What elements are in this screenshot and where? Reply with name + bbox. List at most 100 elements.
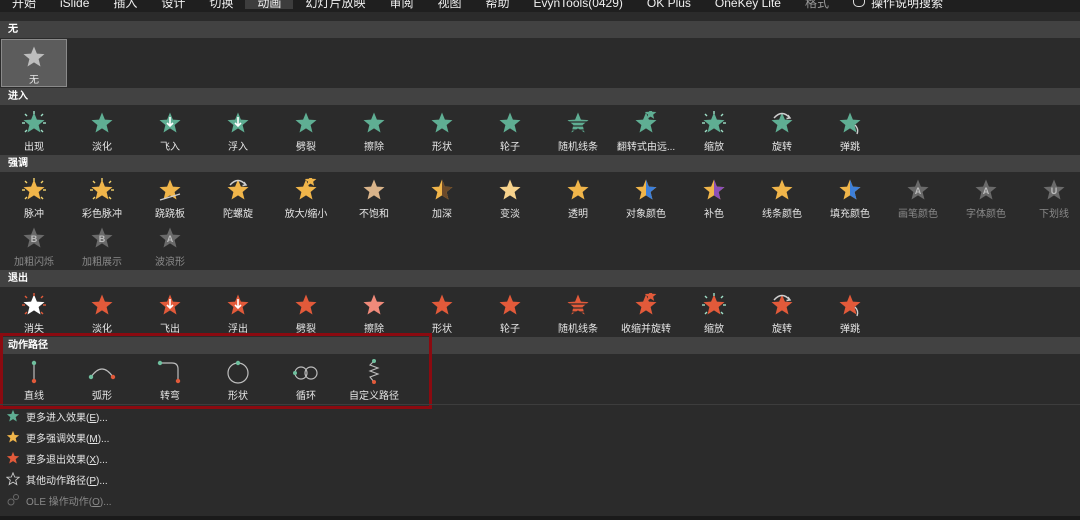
effect-label: 擦除 <box>364 142 384 153</box>
ribbon-tab[interactable]: 设计 <box>149 0 197 9</box>
effect-star-red-lines[interactable]: 随机线条 <box>545 288 611 336</box>
effect-star-green-arrow[interactable]: 浮入 <box>205 106 271 154</box>
effect-star-red[interactable]: 形状 <box>409 288 475 336</box>
effect-star-light-gold[interactable]: 变淡 <box>477 173 543 221</box>
effect-star-green[interactable]: 形状 <box>409 106 475 154</box>
ribbon-tab[interactable]: 格式 <box>793 0 841 9</box>
effect-custom-path[interactable]: 自定义路径 <box>341 355 407 403</box>
more-effects-menu-item[interactable]: 更多强调效果(M)... <box>0 427 109 447</box>
effect-star-green[interactable]: 淡化 <box>69 106 135 154</box>
effect-label: 飞出 <box>160 324 180 335</box>
effect-label: 波浪形 <box>155 257 185 268</box>
effect-star-gold[interactable]: 线条颜色 <box>749 173 815 221</box>
effect-star-letter-b[interactable]: B 加粗闪烁 <box>1 221 67 269</box>
effect-star-pink[interactable]: 擦除 <box>341 288 407 336</box>
effect-star-gold-spin[interactable]: 陀螺旋 <box>205 173 271 221</box>
star-green-icon <box>90 110 114 136</box>
star-green-icon <box>430 110 454 136</box>
effect-star-gray[interactable]: 无 <box>1 39 67 87</box>
effect-line-path[interactable]: 直线 <box>1 355 67 403</box>
star-letter-u-icon: U <box>1042 177 1066 203</box>
effect-star-letter-a[interactable]: A 字体颜色 <box>953 173 1019 221</box>
ribbon-tab[interactable]: iSlide <box>48 0 101 9</box>
effect-label: 翻转式由远... <box>616 142 676 153</box>
ribbon-tab[interactable]: OK Plus <box>635 0 703 9</box>
turn-path-icon <box>156 359 184 385</box>
effect-star-letter-u[interactable]: U 下划线 <box>1021 173 1080 221</box>
star-green-burst-icon <box>702 110 726 136</box>
effect-star-green[interactable]: 擦除 <box>341 106 407 154</box>
more-effects-menu-item[interactable]: 其他动作路径(P)... <box>0 469 108 489</box>
more-effects-menu-item[interactable]: 更多进入效果(E)... <box>0 406 108 426</box>
effect-star-red-bounce[interactable]: 弹跳 <box>817 288 883 336</box>
section-none-header: 无 <box>0 21 1080 38</box>
effect-arc-path[interactable]: 弧形 <box>69 355 135 403</box>
lightbulb-icon <box>852 0 865 7</box>
star-green-lines-icon <box>566 110 590 136</box>
effect-star-green-lines[interactable]: 随机线条 <box>545 106 611 154</box>
effect-label: 脉冲 <box>24 209 44 220</box>
section-entrance-header: 进入 <box>0 88 1080 105</box>
effect-star-green-arrow[interactable]: 飞入 <box>137 106 203 154</box>
effect-label: 轮子 <box>500 142 520 153</box>
effect-star-tan[interactable]: 不饱和 <box>341 173 407 221</box>
ribbon-tab[interactable]: 审阅 <box>377 0 425 9</box>
ribbon-tab[interactable]: 插入 <box>101 0 149 9</box>
effect-star-red-pair[interactable]: 收缩并旋转 <box>613 288 679 336</box>
star-green-pair-icon <box>634 110 658 136</box>
ribbon-tab[interactable]: 动画 <box>245 0 294 9</box>
effect-star-green-pair[interactable]: 翻转式由远... <box>613 106 679 154</box>
effect-star-gold-blue[interactable]: 对象颜色 <box>613 173 679 221</box>
ribbon-tab[interactable]: 帮助 <box>473 0 521 9</box>
effect-label: 加粗闪烁 <box>14 257 54 268</box>
star-letter-b-icon: B <box>90 225 114 251</box>
effect-star-red[interactable]: 轮子 <box>477 288 543 336</box>
tell-me-search[interactable]: 操作说明搜索 <box>841 0 955 9</box>
effect-star-gold-glow[interactable]: 脉冲 <box>1 173 67 221</box>
effect-star-gold[interactable]: 透明 <box>545 173 611 221</box>
svg-text:A: A <box>915 186 922 196</box>
star-gold-spin-icon <box>226 177 250 203</box>
ribbon-tab[interactable]: 切换 <box>197 0 245 9</box>
ribbon-tab[interactable]: 开始 <box>0 0 48 9</box>
more-effects-menu-item[interactable]: OLE 操作动作(O)... <box>0 490 112 510</box>
effect-star-red-arrow[interactable]: 浮出 <box>205 288 271 336</box>
effect-loop-path[interactable]: 循环 <box>273 355 339 403</box>
effect-label: 画笔颜色 <box>898 209 938 220</box>
effect-star-green-burst[interactable]: 出现 <box>1 106 67 154</box>
effect-circle-path[interactable]: 形状 <box>205 355 271 403</box>
effect-star-letter-a[interactable]: A 画笔颜色 <box>885 173 951 221</box>
ribbon-tab[interactable]: OneKey Lite <box>703 0 793 9</box>
star-red-spin-icon <box>770 292 794 318</box>
effect-star-gold-pair[interactable]: 放大/缩小 <box>273 173 339 221</box>
effect-star-letter-a[interactable]: A 波浪形 <box>137 221 203 269</box>
effect-label: 形状 <box>432 142 452 153</box>
effect-star-gold-tilt[interactable]: 跷跷板 <box>137 173 203 221</box>
effect-star-green-bounce[interactable]: 弹跳 <box>817 106 883 154</box>
effect-star-gold-purple[interactable]: 补色 <box>681 173 747 221</box>
more-effects-menu-item[interactable]: 更多退出效果(X)... <box>0 448 108 468</box>
effect-star-gold-burst[interactable]: 彩色脉冲 <box>69 173 135 221</box>
star-green-arrow-icon <box>226 110 250 136</box>
effect-star-green[interactable]: 轮子 <box>477 106 543 154</box>
effect-star-gold-dark[interactable]: 加深 <box>409 173 475 221</box>
effect-star-green[interactable]: 劈裂 <box>273 106 339 154</box>
effect-star-green-spin[interactable]: 旋转 <box>749 106 815 154</box>
effect-label: 下划线 <box>1039 209 1069 220</box>
ribbon-tab[interactable]: 幻灯片放映 <box>293 0 377 9</box>
effect-star-red[interactable]: 劈裂 <box>273 288 339 336</box>
menu-item-label: 更多进入效果(E)... <box>26 412 108 424</box>
effect-star-green-burst[interactable]: 缩放 <box>681 106 747 154</box>
star-letter-a-icon: A <box>974 177 998 203</box>
effect-star-red-burst[interactable]: 缩放 <box>681 288 747 336</box>
effect-star-red[interactable]: 淡化 <box>69 288 135 336</box>
ribbon-tab[interactable]: EvynTools(0429) <box>522 0 635 9</box>
ribbon-tab[interactable]: 视图 <box>425 0 473 9</box>
effect-star-letter-b[interactable]: B 加粗展示 <box>69 221 135 269</box>
effect-star-gold-blue[interactable]: 填充颜色 <box>817 173 883 221</box>
effect-star-white-burst[interactable]: 消失 <box>1 288 67 336</box>
effect-star-red-arrow[interactable]: 飞出 <box>137 288 203 336</box>
effect-turn-path[interactable]: 转弯 <box>137 355 203 403</box>
effect-star-red-spin[interactable]: 旋转 <box>749 288 815 336</box>
svg-text:B: B <box>99 234 106 244</box>
